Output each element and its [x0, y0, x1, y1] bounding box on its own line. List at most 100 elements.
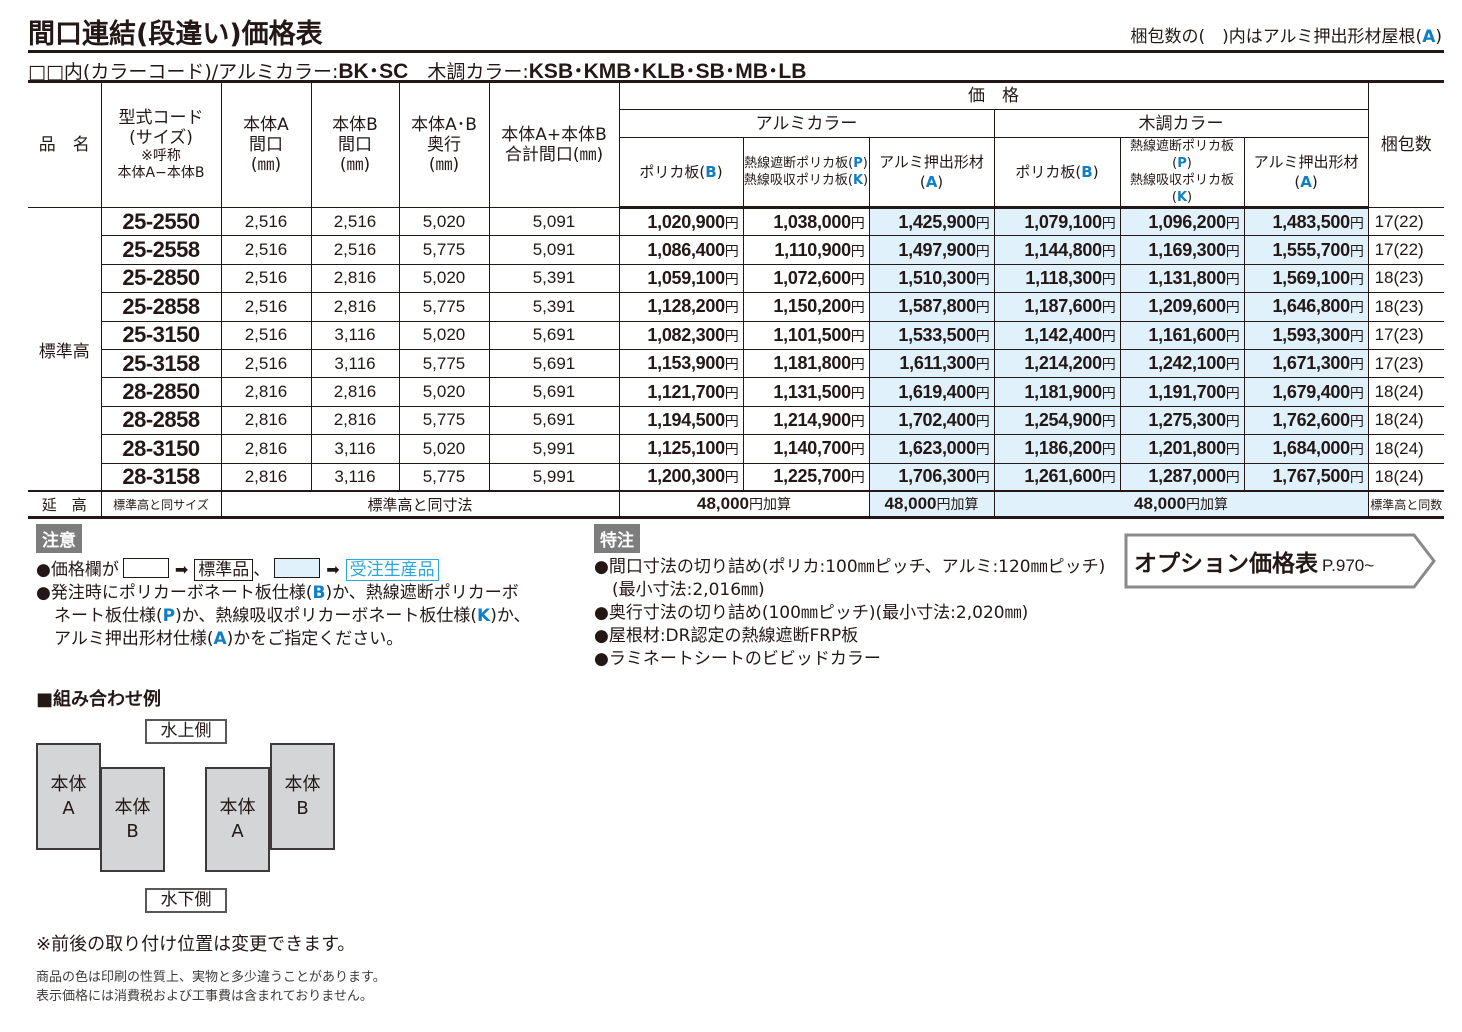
- yen: 円: [724, 327, 739, 344]
- price-value: 1,181,900: [1024, 381, 1102, 402]
- price-wd-b: 1,181,900円: [993, 377, 1121, 407]
- price-value: 1,072,600: [773, 267, 851, 288]
- dim-total: 5,991: [488, 434, 620, 464]
- price-value: 1,059,100: [647, 267, 725, 288]
- dim-b: 2,816: [310, 377, 400, 407]
- yen: 円: [975, 469, 990, 486]
- price-wd-pk: 1,191,700円: [1119, 377, 1245, 407]
- dim-a: 2,516: [220, 320, 312, 350]
- price-value: 1,593,300: [1272, 324, 1350, 345]
- poly-label: ポリカ板(: [639, 163, 706, 181]
- header-product-name: 品 名: [28, 80, 102, 208]
- dim-b: 3,116: [310, 320, 400, 350]
- yen: 円: [749, 496, 763, 513]
- paren: ): [863, 173, 869, 188]
- option-price-link[interactable]: オプション価格表 P.970~: [1124, 533, 1436, 589]
- price-value: 1,038,000: [773, 211, 851, 232]
- text: )か、熱線吸収ポリカーボネート板仕様(: [175, 606, 478, 626]
- price-wd-b: 1,142,400円: [993, 320, 1121, 350]
- extended-pkg: 標準高と同数: [1367, 490, 1445, 519]
- header-model-code: 型式コード (サイズ) ※呼称 本体A−本体B: [100, 80, 222, 208]
- yen: 円: [1101, 270, 1116, 287]
- yen: 円: [1349, 412, 1364, 429]
- panel-text: B: [126, 820, 139, 842]
- yen: 円: [850, 469, 865, 486]
- dim-total: 5,391: [488, 292, 620, 322]
- price-value: 1,225,700: [773, 466, 851, 487]
- dim-b: 2,816: [310, 263, 400, 294]
- price-al-b: 1,153,900円: [618, 348, 744, 379]
- yen: 円: [1349, 327, 1364, 344]
- price-wd-a: 1,483,500円: [1243, 206, 1369, 237]
- page-title: 間口連結(段違い)価格表: [28, 19, 323, 50]
- caution-legend: ●価格欄が ➡ 標準品、 ➡ 受注生産品: [36, 558, 531, 582]
- table-row: 25-3158 2,516 3,116 5,775 5,691 1,153,900円 1,1…: [28, 348, 1445, 379]
- dim-total: 5,691: [488, 320, 620, 350]
- add-suffix: 加算: [1200, 496, 1229, 513]
- price-al-pk: 1,131,500円: [742, 377, 870, 407]
- yen: 円: [1101, 214, 1116, 231]
- dim-a: 2,816: [220, 462, 312, 492]
- price-value: 1,096,200: [1148, 211, 1226, 232]
- model-code-line4: 本体A−本体B: [117, 165, 205, 181]
- header-alumi-poly: ポリカ板(B): [618, 137, 744, 209]
- dim-b: 3,116: [310, 348, 400, 379]
- yen: 円: [975, 327, 990, 344]
- yen: 円: [850, 384, 865, 401]
- price-value: 1,767,500: [1272, 466, 1350, 487]
- alumi-ext-letter: A: [925, 173, 938, 191]
- yen: 円: [724, 299, 739, 316]
- header-b-width: 本体B 間口 (㎜): [310, 80, 400, 208]
- price-wd-a: 1,679,400円: [1243, 377, 1369, 407]
- package-note: 梱包数の( )内はアルミ押出形材屋根(A): [1130, 22, 1442, 47]
- yen: 円: [724, 384, 739, 401]
- yen: 円: [1101, 384, 1116, 401]
- yen: 円: [975, 356, 990, 373]
- price-wd-pk: 1,242,100円: [1119, 348, 1245, 379]
- dim-b: 3,116: [310, 434, 400, 464]
- letter-k: K: [477, 606, 491, 626]
- heat-absorb-letter: K: [1176, 190, 1188, 205]
- add-suffix: 加算: [950, 496, 979, 513]
- model-code: 25-2558: [100, 235, 222, 265]
- price-al-b: 1,121,700円: [618, 377, 744, 407]
- legend-prefix: ●価格欄が: [36, 560, 119, 580]
- price-wd-b: 1,261,600円: [993, 462, 1121, 492]
- heat-absorb-letter: K: [852, 173, 864, 188]
- letter-b: B: [312, 583, 326, 603]
- extended-add-alumi-ext: 48,000円加算: [868, 490, 995, 519]
- paren: ): [937, 173, 944, 191]
- table-row: 25-2558 2,516 2,516 5,775 5,091 1,086,400円 1,1…: [28, 235, 1445, 265]
- yen: 円: [1225, 384, 1240, 401]
- yen: 円: [1101, 356, 1116, 373]
- total-line2: 合計間口(㎜): [504, 145, 604, 165]
- package-count: 18(24): [1367, 377, 1445, 407]
- heat-absorb-label: 熱線吸収ポリカ板(: [743, 173, 853, 188]
- panel-text: 本体: [50, 773, 87, 795]
- heat-cut-letter: P: [853, 156, 863, 171]
- price-value: 1,623,000: [898, 438, 976, 459]
- model-code: 25-2850: [100, 263, 222, 294]
- price-table: 品 名 型式コード (サイズ) ※呼称 本体A−本体B 本体A 間口 (㎜) 本…: [28, 80, 1445, 519]
- add-amount: 48,000: [697, 494, 749, 514]
- yen: 円: [1225, 242, 1240, 259]
- price-value: 1,619,400: [898, 381, 976, 402]
- poly-letter: B: [705, 163, 717, 181]
- price-al-pk: 1,110,900円: [742, 235, 870, 265]
- price-al-pk: 1,150,200円: [742, 292, 870, 322]
- price-value: 1,128,200: [647, 296, 725, 317]
- price-al-pk: 1,072,600円: [742, 263, 870, 294]
- price-al-a: 1,611,300円: [868, 348, 995, 379]
- option-price-label[interactable]: オプション価格表 P.970~: [1134, 544, 1374, 578]
- price-wd-a: 1,593,300円: [1243, 320, 1369, 350]
- price-wd-a: 1,569,100円: [1243, 263, 1369, 294]
- price-value: 1,121,700: [647, 381, 725, 402]
- text: )かをご指定ください。: [226, 629, 404, 649]
- yen: 円: [850, 356, 865, 373]
- special-item: ●間口寸法の切り詰め(ポリカ:100㎜ピッチ、アルミ:120㎜ピッチ): [594, 557, 1106, 577]
- price-value: 1,144,800: [1024, 239, 1102, 260]
- price-value: 1,569,100: [1272, 267, 1350, 288]
- yen: 円: [975, 412, 990, 429]
- yen: 円: [1349, 270, 1364, 287]
- price-al-b: 1,194,500円: [618, 405, 744, 436]
